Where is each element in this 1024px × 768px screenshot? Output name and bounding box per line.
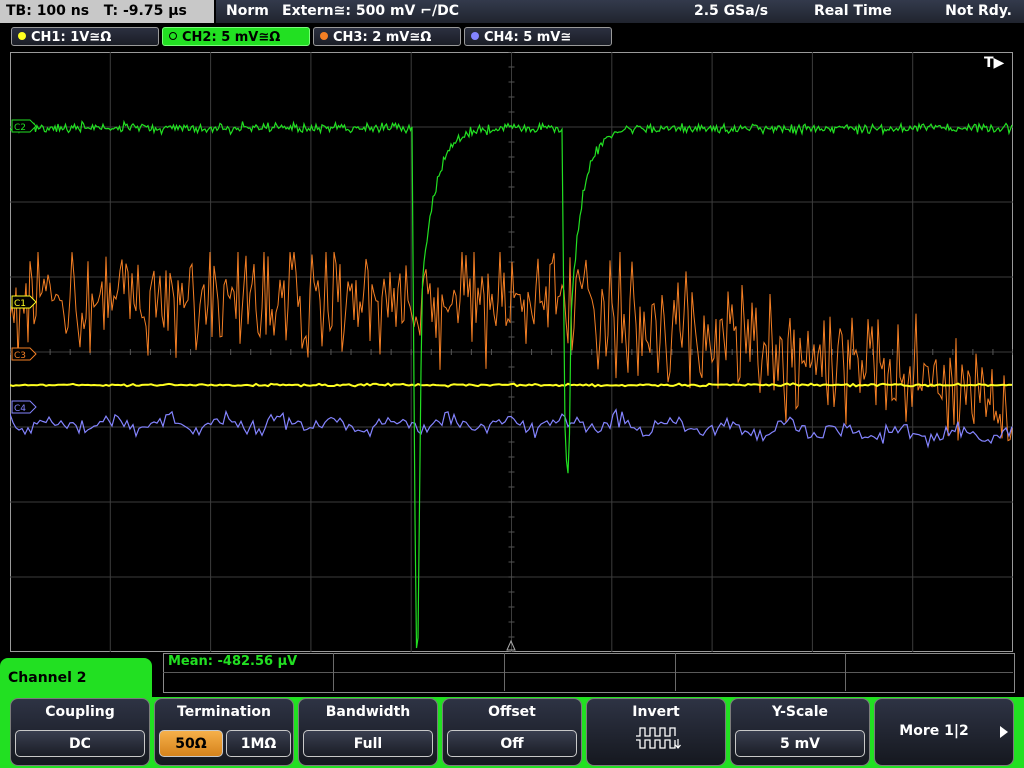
- trigger-position-marker[interactable]: T▶: [984, 55, 1005, 71]
- next-page-arrow-icon: [1000, 726, 1008, 738]
- ch1-marker-label: C1: [14, 299, 26, 309]
- tab-ch3-label: CH3: 2 mV≅Ω: [333, 30, 432, 45]
- coupling-title: Coupling: [45, 704, 115, 720]
- ch2-marker-label: C2: [14, 123, 26, 133]
- yscale-value-button[interactable]: 5 mV: [735, 730, 865, 757]
- acquisition-mode[interactable]: Real Time: [814, 0, 892, 23]
- bandwidth-softkey[interactable]: Bandwidth Full: [298, 698, 438, 766]
- invert-title: Invert: [632, 704, 680, 720]
- measurement-cell-divider: [675, 653, 676, 691]
- termination-50ohm-button[interactable]: 50Ω: [159, 730, 223, 757]
- tab-ch1-label: CH1: 1V≅Ω: [31, 30, 112, 45]
- trigger-mode[interactable]: Norm: [226, 0, 269, 23]
- tab-ch4[interactable]: CH4: 5 mV≅: [464, 27, 612, 46]
- acquisition-bar: Norm Extern≅: 500 mV ⌐/DC 2.5 GSa/s Real…: [216, 0, 1024, 23]
- waveform-display[interactable]: C2 C1 C3 C4 T▶: [10, 52, 1013, 652]
- bandwidth-title: Bandwidth: [325, 704, 411, 720]
- termination-title: Termination: [177, 704, 271, 720]
- ch3-marker-label: C3: [14, 351, 26, 361]
- tab-ch3[interactable]: CH3: 2 mV≅Ω: [313, 27, 461, 46]
- tab-ch4-label: CH4: 5 mV≅: [484, 30, 572, 45]
- yscale-title: Y-Scale: [771, 704, 828, 720]
- bandwidth-value-button[interactable]: Full: [303, 730, 433, 757]
- mean-measurement: Mean: -482.56 µV: [168, 654, 298, 669]
- offset-value-button[interactable]: Off: [447, 730, 577, 757]
- measurement-cell-divider: [333, 653, 334, 691]
- ch4-marker-label: C4: [14, 404, 26, 414]
- tab-ch2[interactable]: CH2: 5 mV≅Ω: [162, 27, 310, 46]
- ch1-dot-icon: [18, 32, 26, 40]
- measurement-cell-divider: [504, 653, 505, 691]
- timebase-readout[interactable]: TB: 100 ns T: -9.75 µs: [0, 0, 214, 23]
- termination-1mohm-button[interactable]: 1MΩ: [226, 730, 291, 757]
- more-label: More 1|2: [899, 723, 969, 739]
- offset-title: Offset: [488, 704, 536, 720]
- offset-softkey[interactable]: Offset Off: [442, 698, 582, 766]
- measurement-divider: [163, 672, 1013, 673]
- tab-ch2-label: CH2: 5 mV≅Ω: [182, 30, 281, 45]
- invert-square-wave-icon: [636, 727, 681, 749]
- measurement-cell-divider: [845, 653, 846, 691]
- menu-title: Channel 2: [0, 658, 152, 698]
- tab-ch1[interactable]: CH1: 1V≅Ω: [11, 27, 159, 46]
- ch4-dot-icon: [471, 32, 479, 40]
- coupling-softkey[interactable]: Coupling DC: [10, 698, 150, 766]
- more-softkey[interactable]: More 1|2: [874, 698, 1014, 766]
- ch3-dot-icon: [320, 32, 328, 40]
- coupling-value-button[interactable]: DC: [15, 730, 145, 757]
- ch2-dot-icon: [169, 32, 177, 40]
- termination-softkey[interactable]: Termination 50Ω 1MΩ: [154, 698, 294, 766]
- trigger-state: Not Rdy.: [945, 3, 1012, 19]
- trigger-source[interactable]: Extern≅: 500 mV ⌐/DC: [282, 0, 459, 23]
- sample-rate[interactable]: 2.5 GSa/s: [694, 0, 768, 23]
- invert-softkey[interactable]: Invert: [586, 698, 726, 766]
- yscale-softkey[interactable]: Y-Scale 5 mV: [730, 698, 870, 766]
